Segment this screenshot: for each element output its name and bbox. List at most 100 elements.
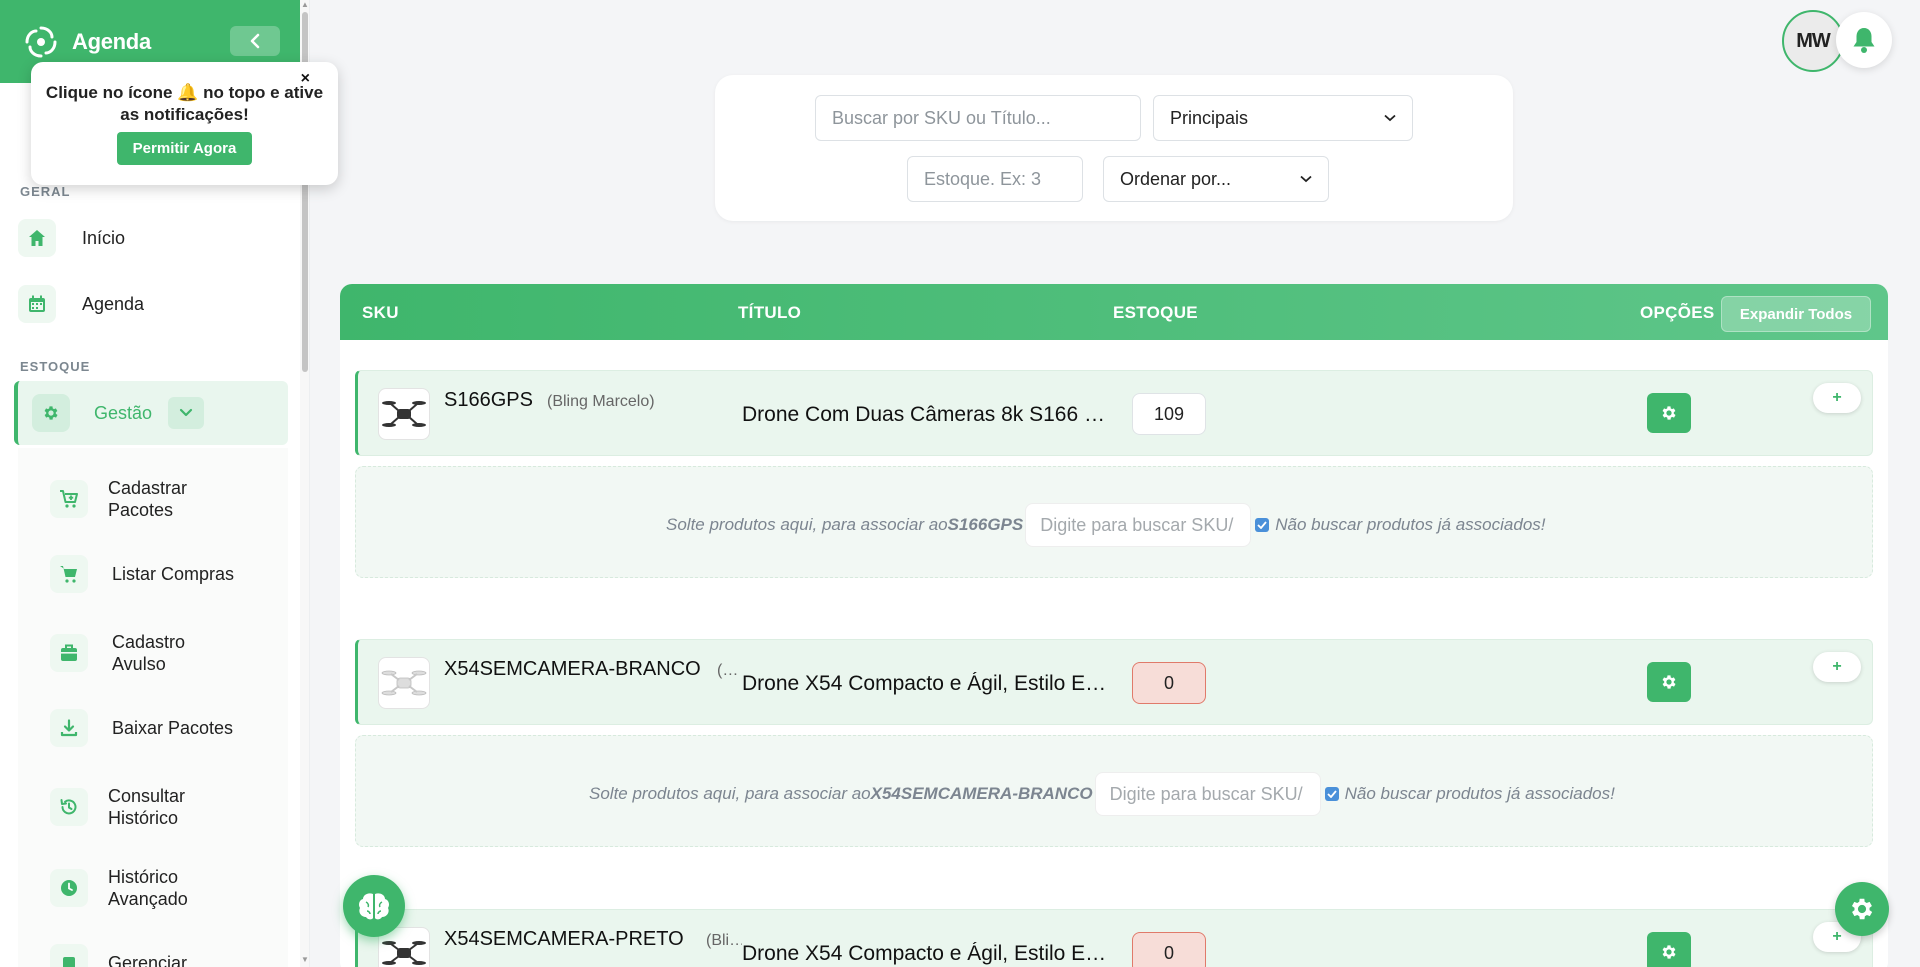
manage-icon <box>50 944 88 967</box>
associate-search-input[interactable]: Digite para buscar SKU/ <box>1094 772 1321 816</box>
stock-input[interactable]: 0 <box>1132 932 1206 967</box>
drop-zone[interactable]: Solte produtos aqui, para associar ao S1… <box>355 466 1873 578</box>
product-account: (Bli… <box>706 932 742 949</box>
download-icon <box>50 709 88 747</box>
check-icon <box>1257 521 1267 529</box>
skip-associated-checkbox[interactable] <box>1324 787 1339 801</box>
expand-all-button[interactable]: Expandir Todos <box>1721 296 1871 332</box>
gear-icon <box>1662 945 1676 959</box>
options-button[interactable] <box>1647 932 1691 967</box>
popover-message: Clique no ícone 🔔 no topo e ative as not… <box>45 83 324 124</box>
gear-icon <box>1662 406 1676 420</box>
bell-icon[interactable] <box>1836 12 1892 68</box>
column-header-estoque: ESTOQUE <box>1113 303 1198 322</box>
table-header: SKU TÍTULO ESTOQUE OPÇÕES Expandir Todos <box>340 284 1888 340</box>
options-button[interactable] <box>1647 393 1691 433</box>
sidebar-item-historico-avancado[interactable]: Histórico Avançado <box>50 866 208 910</box>
sidebar-item-label: Gestão <box>94 403 153 423</box>
brand-name: Agenda <box>72 28 151 54</box>
sidebar-item-label: Agenda <box>82 294 145 314</box>
sidebar-item-label: Histórico Avançado <box>108 867 188 909</box>
gear-icon <box>1851 898 1873 920</box>
category-select[interactable]: Principais <box>1153 95 1413 141</box>
filter-card: Buscar por SKU ou Título... Principais E… <box>715 75 1513 221</box>
sidebar-item-gerenciar[interactable]: Gerenciar <box>50 944 187 967</box>
sidebar-item-label: Início <box>82 228 126 248</box>
allow-notifications-button[interactable]: Permitir Agora <box>116 132 253 165</box>
sidebar-item-label: Baixar Pacotes <box>112 718 234 738</box>
column-header-titulo: TÍTULO <box>738 303 802 322</box>
sidebar-item-gestao[interactable]: Gestão <box>14 381 288 445</box>
sort-select[interactable]: Ordenar por... <box>1103 156 1329 202</box>
skip-associated-label: Não buscar produtos já associados! <box>1275 515 1546 534</box>
scroll-down-icon[interactable]: ▼ <box>301 955 309 964</box>
sidebar-item-label: Consultar Histórico <box>108 786 186 828</box>
sidebar-item-baixar-pacotes[interactable]: Baixar Pacotes <box>50 709 233 747</box>
section-estoque: ESTOQUE <box>20 359 91 374</box>
drop-zone-text: Solte produtos aqui, para associar ao <box>666 515 948 534</box>
settings-button[interactable] <box>1835 882 1889 936</box>
products-table: SKU TÍTULO ESTOQUE OPÇÕES Expandir Todos… <box>340 284 1888 967</box>
table-row[interactable]: X54SEMCAMERA-PRETO (Bli… Drone X54 Compa… <box>355 909 1873 967</box>
search-input[interactable]: Buscar por SKU ou Título... <box>815 95 1141 141</box>
table-row[interactable]: X54SEMCAMERA-BRANCO (… Drone X54 Compact… <box>355 639 1873 725</box>
sidebar-item-label: Gerenciar <box>108 953 188 967</box>
product-title: Drone X54 Compacto e Ágil, Estilo Esport… <box>742 672 1110 695</box>
column-header-opcoes: OPÇÕES <box>1640 303 1715 322</box>
gear-icon <box>32 394 70 432</box>
expand-submenu-button[interactable] <box>168 397 205 429</box>
sidebar-collapse-button[interactable] <box>230 26 280 56</box>
sidebar-item-consultar-historico[interactable]: Consultar Histórico <box>50 785 208 829</box>
sidebar-item-cadastrar-pacotes[interactable]: Cadastrar Pacotes <box>50 477 208 521</box>
drop-zone-content: Solte produtos aqui, para associar ao S1… <box>666 503 1546 547</box>
clock-icon <box>50 869 88 907</box>
drop-zone-content: Solte produtos aqui, para associar ao X5… <box>589 772 1615 816</box>
expand-row-button[interactable]: + <box>1813 652 1861 682</box>
expand-row-button[interactable]: + <box>1813 383 1861 413</box>
options-button[interactable] <box>1647 662 1691 702</box>
sidebar-item-cadastro-avulso[interactable]: Cadastro Avulso <box>50 631 212 675</box>
sidebar-item-inicio[interactable]: Início <box>18 219 288 257</box>
assistant-button[interactable] <box>343 875 405 937</box>
sort-select-value: Ordenar por... <box>1120 168 1232 189</box>
column-header-sku: SKU <box>362 303 399 322</box>
home-icon <box>18 219 56 257</box>
skip-associated-checkbox[interactable] <box>1255 518 1270 532</box>
sidebar-item-agenda[interactable]: Agenda <box>18 285 288 323</box>
brand-logo-icon <box>22 23 60 61</box>
scroll-up-icon[interactable]: ▲ <box>301 0 309 9</box>
product-sku: X54SEMCAMERA-PRETO <box>444 928 684 950</box>
product-title: Drone X54 Compacto e Ágil, Estilo Esport… <box>742 942 1110 965</box>
chevron-down-icon <box>1384 114 1396 122</box>
associate-search-input[interactable]: Digite para buscar SKU/ <box>1025 503 1252 547</box>
history-icon <box>50 788 88 826</box>
drop-zone[interactable]: Solte produtos aqui, para associar ao X5… <box>355 735 1873 847</box>
avatar[interactable]: MW <box>1782 10 1844 72</box>
close-icon[interactable]: × <box>301 70 310 88</box>
stock-input[interactable]: 109 <box>1132 393 1206 435</box>
category-select-value: Principais <box>1170 107 1249 128</box>
product-thumbnail <box>378 657 430 709</box>
product-thumbnail <box>378 388 430 440</box>
stock-filter-input[interactable]: Estoque. Ex: 3 <box>907 156 1083 202</box>
drop-zone-text: Solte produtos aqui, para associar ao <box>589 784 871 803</box>
sidebar-item-label: Cadastrar Pacotes <box>108 478 188 520</box>
table-row[interactable]: S166GPS (Bling Marcelo) Drone Com Duas C… <box>355 370 1873 456</box>
brain-icon <box>359 893 389 920</box>
chevron-down-icon <box>1300 175 1312 183</box>
sidebar-item-listar-compras[interactable]: Listar Compras <box>50 555 234 593</box>
box-icon <box>50 634 88 672</box>
product-sku: S166GPS <box>444 389 533 411</box>
drop-zone-sku: S166GPS <box>947 515 1024 534</box>
product-sku: X54SEMCAMERA-BRANCO <box>444 658 701 680</box>
cart-plus-icon <box>50 480 88 518</box>
product-title: Drone Com Duas Câmeras 8k S166 GPS Brush… <box>742 403 1110 426</box>
sidebar-item-label: Listar Compras <box>112 564 235 584</box>
drop-zone-sku: X54SEMCAMERA-BRANCO <box>870 784 1093 803</box>
stock-input[interactable]: 0 <box>1132 662 1206 704</box>
product-account: (… <box>717 662 739 679</box>
gear-icon <box>1662 675 1676 689</box>
product-account: (Bling Marcelo) <box>547 393 655 410</box>
calendar-icon <box>18 285 56 323</box>
notification-popover: × Clique no ícone 🔔 no topo e ative as n… <box>31 62 338 185</box>
